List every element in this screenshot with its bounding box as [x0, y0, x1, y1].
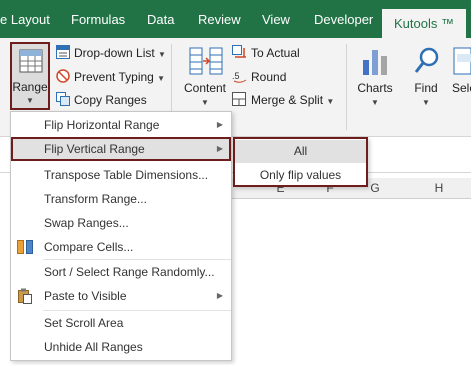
tab-developer[interactable]: Developer: [314, 0, 373, 38]
submenu-item-only-flip-values[interactable]: Only flip values: [235, 164, 366, 187]
round-icon: .5: [232, 71, 247, 83]
menu-item-label: Paste to Visible: [44, 289, 127, 303]
to-actual-button[interactable]: To Actual: [251, 46, 300, 60]
menu-item-label: Sort / Select Range Randomly...: [44, 265, 215, 279]
chevron-down-icon: ▼: [371, 98, 379, 107]
merge-split-button[interactable]: Merge & Split ▼: [251, 93, 334, 107]
merge-split-label: Merge & Split: [251, 93, 324, 107]
merge-split-icon: [232, 92, 246, 106]
menu-item-label: Flip Vertical Range: [44, 142, 145, 156]
select-button-label: Sele: [452, 81, 471, 95]
ribbon-tab-bar: e Layout Formulas Data Review View Devel…: [0, 0, 471, 38]
menu-item-flip-vertical-range[interactable]: Flip Vertical Range ▶: [11, 137, 231, 161]
dropdown-list-label: Drop-down List: [74, 46, 155, 60]
menu-item-label: Transform Range...: [44, 192, 147, 206]
to-actual-icon: [232, 45, 246, 58]
menu-item-sort-select-range-randomly[interactable]: Sort / Select Range Randomly...: [11, 260, 231, 284]
paste-icon: [18, 288, 32, 304]
group-separator: [346, 44, 347, 130]
tab-view[interactable]: View: [262, 0, 290, 38]
tab-review[interactable]: Review: [198, 0, 241, 38]
content-button-label: Content: [183, 81, 227, 95]
flip-vertical-submenu: All Only flip values: [233, 137, 368, 187]
menu-item-paste-to-visible[interactable]: Paste to Visible ▶: [11, 284, 231, 308]
tab-kutools[interactable]: Kutools ™: [382, 9, 466, 38]
range-button[interactable]: Range ▼: [10, 42, 50, 110]
menu-item-label: Compare Cells...: [44, 240, 134, 254]
svg-text:.5: .5: [232, 71, 240, 81]
chevron-down-icon: ▼: [326, 97, 335, 106]
copy-ranges-icon: [56, 92, 70, 106]
chevron-down-icon: ▼: [157, 74, 166, 83]
prevent-typing-button[interactable]: Prevent Typing ▼: [74, 70, 165, 84]
menu-item-transform-range[interactable]: Transform Range...: [11, 187, 231, 211]
menu-item-unhide-all-ranges[interactable]: Unhide All Ranges: [11, 335, 231, 359]
column-header-h[interactable]: H: [407, 178, 471, 199]
dropdown-list-icon: [56, 45, 70, 59]
chevron-down-icon: ▼: [201, 98, 209, 107]
chevron-down-icon: ▼: [422, 98, 430, 107]
menu-item-set-scroll-area[interactable]: Set Scroll Area: [11, 311, 231, 335]
chevron-down-icon: ▼: [158, 50, 166, 59]
range-grid-icon: [19, 49, 43, 73]
tab-page-layout[interactable]: e Layout: [0, 0, 50, 38]
copy-ranges-button[interactable]: Copy Ranges: [74, 93, 147, 107]
chevron-right-icon: ▶: [216, 120, 223, 129]
range-dropdown-menu: Flip Horizontal Range ▶ Flip Vertical Ra…: [10, 111, 232, 361]
menu-item-compare-cells[interactable]: Compare Cells...: [11, 235, 231, 259]
chevron-right-icon: ▶: [216, 291, 223, 300]
menu-item-label: Unhide All Ranges: [44, 340, 143, 354]
menu-item-transpose-table-dimensions[interactable]: Transpose Table Dimensions...: [11, 163, 231, 187]
charts-icon: [363, 50, 387, 75]
menu-item-label: Swap Ranges...: [44, 216, 129, 230]
dropdown-list-button[interactable]: Drop-down List ▼: [74, 46, 166, 60]
compare-cells-icon: [17, 240, 33, 254]
chevron-right-icon: ▶: [216, 144, 223, 153]
prevent-typing-icon: [56, 69, 70, 83]
menu-item-label: Flip Horizontal Range: [44, 118, 160, 132]
content-icon: [189, 47, 223, 75]
menu-item-swap-ranges[interactable]: Swap Ranges...: [11, 211, 231, 235]
find-icon: [414, 47, 439, 73]
tab-formulas[interactable]: Formulas: [71, 0, 125, 38]
chevron-down-icon: ▼: [26, 96, 34, 105]
menu-item-label: Transpose Table Dimensions...: [44, 168, 209, 182]
tab-data[interactable]: Data: [147, 0, 174, 38]
menu-item-label: Set Scroll Area: [44, 316, 124, 330]
charts-button-label: Charts: [357, 81, 393, 95]
prevent-typing-label: Prevent Typing: [74, 70, 154, 84]
round-button[interactable]: Round: [251, 70, 286, 84]
find-button-label: Find: [414, 81, 438, 95]
range-button-label: Range: [12, 80, 48, 94]
select-icon: [453, 47, 471, 75]
submenu-item-all[interactable]: All: [235, 140, 366, 163]
menu-item-flip-horizontal-range[interactable]: Flip Horizontal Range ▶: [11, 113, 231, 137]
